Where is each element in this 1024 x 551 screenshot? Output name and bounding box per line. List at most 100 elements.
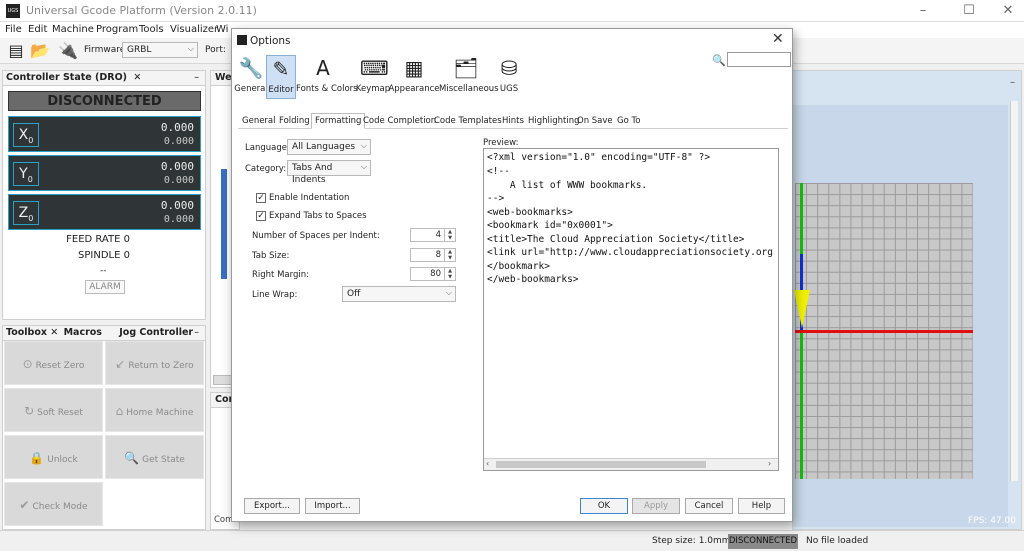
minimize-icon[interactable]: – [903,0,943,22]
import-button[interactable]: Import... [305,498,360,514]
connect-plug-icon[interactable]: 🔌 [58,41,78,61]
dro-state-banner: DISCONNECTED [8,91,201,111]
check-icon: ✔ [19,498,30,512]
keyboard-icon: ⌨ [360,56,389,80]
tab-macros[interactable]: Macros [64,327,102,338]
enable-indentation-checkbox[interactable]: ✓ [256,193,266,203]
firmware-value: GRBL [127,45,152,55]
home-machine-button[interactable]: ⌂ Home Machine [105,388,204,432]
tab-jog-controller[interactable]: Jog Controller [119,327,193,338]
category-appearance[interactable]: ▦ Appearance [388,55,439,99]
dro-tab-title[interactable]: Controller State (DRO) [3,72,127,83]
settings-file-icon[interactable]: ▤ [6,41,26,61]
tab-toolbox[interactable]: Toolbox [3,327,47,338]
feed-rate-row: FEED RATE 0 [60,234,130,245]
menu-program[interactable]: Program [96,24,138,35]
category-select[interactable]: Tabs And Indents ⌵ [287,160,371,185]
lock-icon: 🔒 [29,451,45,465]
get-state-button[interactable]: 🔍 Get State [105,435,204,479]
return-to-zero-button[interactable]: ↙ Return to Zero [105,341,204,385]
axis-letter: X [18,127,29,143]
port-label: Port: [205,45,226,55]
axis-sub: 0 [27,174,33,184]
ok-button[interactable]: OK [580,498,628,514]
right-margin-stepper[interactable]: 80 ▲ ▼ [410,267,456,281]
step-size: Step size: 1.0mm [652,536,731,546]
check-mode-button[interactable]: ✔ Check Mode [4,482,103,526]
language-select[interactable]: All Languages ⌵ [287,139,371,155]
spinner-arrows-icon[interactable]: ▲ ▼ [444,268,455,280]
subtab-folding[interactable]: Folding [275,113,314,129]
subtab-code-completion[interactable]: Code Completion [359,113,440,129]
dialog-title: Options [250,35,291,47]
subtab-general[interactable]: General [238,113,280,129]
axis-sub: 0 [28,135,34,145]
category-ugs[interactable]: ⛁ UGS [492,55,526,99]
minimize-icon[interactable]: – [194,326,199,340]
subtab-formatting[interactable]: Formatting [311,113,366,129]
subtab-on-save[interactable]: On Save [573,113,617,129]
subtab-code-templates[interactable]: Code Templates [430,113,506,129]
wrench-icon: 🔧 [238,56,264,80]
help-button[interactable]: Help [738,498,785,514]
button-label: Get State [142,455,185,465]
category-miscellaneous[interactable]: 🗂 Miscellaneous [439,55,499,99]
chevron-left-icon[interactable]: ‹ [486,459,489,468]
unlock-button[interactable]: 🔒 Unlock [4,435,103,479]
chevron-down-icon: ⌵ [445,288,452,297]
chevron-down-icon: ⌵ [360,162,367,171]
axis-z-button[interactable]: Z0 [13,201,39,225]
close-icon[interactable]: ✕ [772,31,784,47]
maximize-icon[interactable]: ☐ [949,0,989,22]
menu-file[interactable]: File [5,24,22,35]
close-icon[interactable]: ✕ [50,327,58,338]
preview-pane[interactable]: <?xml version="1.0" encoding="UTF-8" ?> … [483,148,779,471]
tab-size-stepper[interactable]: 8 ▲ ▼ [410,248,456,262]
axis-y-work[interactable]: 0.000 [161,160,194,173]
menu-edit[interactable]: Edit [28,24,47,35]
cancel-button[interactable]: Cancel [685,498,733,514]
axis-y-button[interactable]: Y0 [13,162,39,186]
category-keymap[interactable]: ⌨ Keymap [356,55,390,99]
right-margin-label: Right Margin: [252,270,309,280]
button-label: Check Mode [32,502,88,512]
category-fonts-colors[interactable]: A Fonts & Colors [296,55,358,99]
apply-button[interactable]: Apply [632,498,680,514]
close-icon[interactable]: ✕ [133,72,141,83]
spindle-label: SPINDLE [78,250,121,261]
line-wrap-select[interactable]: Off ⌵ [342,286,456,302]
close-icon[interactable]: ✕ [988,0,1024,22]
scroll-thumb[interactable] [496,461,706,468]
menu-window[interactable]: Wi [216,24,228,35]
category-editor[interactable]: ✎ Editor [266,55,296,99]
vertical-scrollbar[interactable] [1010,101,1018,481]
subtab-go-to[interactable]: Go To [613,113,644,129]
spinner-arrows-icon[interactable]: ▲ ▼ [444,229,455,241]
x-axis-line [795,330,973,333]
firmware-select[interactable]: GRBL ⌵ [122,42,198,58]
spaces-per-indent-stepper[interactable]: 4 ▲ ▼ [410,228,456,242]
toolbox-tab-header: Toolbox ✕ Macros Jog Controller – [3,326,205,341]
menu-machine[interactable]: Machine [52,24,94,35]
axis-x-work[interactable]: 0.000 [161,121,194,134]
axis-z-work[interactable]: 0.000 [161,199,194,212]
open-folder-icon[interactable]: 📂 [30,41,50,61]
button-label: Return to Zero [128,361,194,371]
spinner-arrows-icon[interactable]: ▲ ▼ [444,249,455,261]
preview-horizontal-scrollbar[interactable]: ‹ › [484,458,778,470]
soft-reset-button[interactable]: ↻ Soft Reset [4,388,103,432]
expand-tabs-checkbox[interactable]: ✓ [256,211,266,221]
menu-tools[interactable]: Tools [139,24,164,35]
button-label: Unlock [47,455,78,465]
preview-line: <link url="http://www.cloudappreciations… [487,247,773,258]
chevron-right-icon[interactable]: › [768,459,771,468]
search-input[interactable] [727,52,791,67]
minimize-icon[interactable]: – [194,71,199,85]
export-button[interactable]: Export... [244,498,300,514]
category-label: Appearance [388,84,440,94]
axis-x-button[interactable]: X0 [13,123,39,147]
reset-zero-button[interactable]: ⊙ Reset Zero [4,341,103,385]
menu-visualizer[interactable]: Visualizer [170,24,218,35]
minimize-icon[interactable]: – [1010,77,1015,88]
preview-line: </web-bookmarks> [487,274,579,285]
